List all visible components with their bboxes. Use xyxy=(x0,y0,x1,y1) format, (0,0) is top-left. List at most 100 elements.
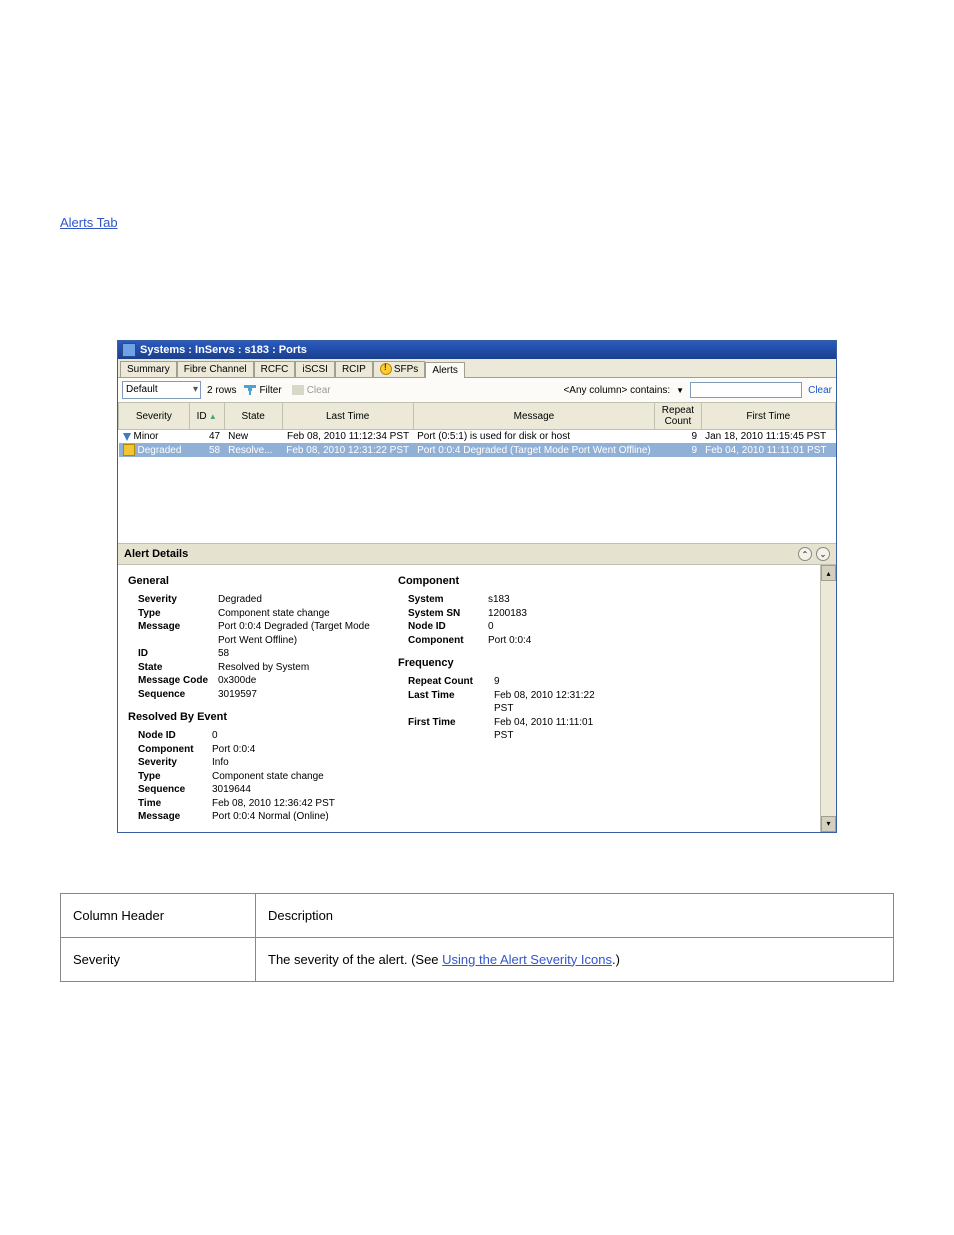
table-cell: Resolve... xyxy=(224,443,282,457)
table-cell: Port (0:5:1) is used for disk or host xyxy=(413,430,655,444)
column-header[interactable]: Message xyxy=(413,403,655,430)
sort-asc-icon: ▲ xyxy=(207,412,217,421)
detail-value: 1200183 xyxy=(488,607,527,621)
tab-fibre-channel[interactable]: Fibre Channel xyxy=(177,361,254,377)
detail-value: Port 0:0:4 Degraded (Target Mode Port We… xyxy=(218,620,378,647)
detail-key: Component xyxy=(138,743,212,757)
detail-value: Degraded xyxy=(218,593,262,607)
detail-key: Type xyxy=(138,607,218,621)
warning-icon xyxy=(380,363,392,375)
desc-text: The severity of the alert. (See xyxy=(268,952,442,967)
table-cell: Degraded xyxy=(119,443,190,457)
table-cell: 58 xyxy=(189,443,224,457)
tab-label: Summary xyxy=(127,364,170,375)
detail-key: Message xyxy=(138,810,212,824)
severity-icons-link[interactable]: Using the Alert Severity Icons xyxy=(442,952,612,967)
detail-value: 9 xyxy=(494,675,500,689)
table-cell: Feb 08, 2010 11:12:34 PST xyxy=(282,430,413,444)
table-row[interactable]: Degraded58Resolve...Feb 08, 2010 12:31:2… xyxy=(119,443,836,457)
column-header[interactable]: Severity xyxy=(119,403,190,430)
detail-key: Message xyxy=(138,620,218,647)
detail-key: Node ID xyxy=(138,729,212,743)
detail-row: ID58 xyxy=(138,647,378,661)
detail-key: First Time xyxy=(408,716,494,743)
scroll-up-icon[interactable]: ▴ xyxy=(821,565,836,581)
table-row[interactable]: Minor47NewFeb 08, 2010 11:12:34 PSTPort … xyxy=(119,430,836,444)
detail-value: Resolved by System xyxy=(218,661,309,675)
detail-key: Sequence xyxy=(138,783,212,797)
clear-search-link[interactable]: Clear xyxy=(808,385,832,396)
clear-filter-button[interactable]: Clear xyxy=(290,384,333,397)
tab-rcfc[interactable]: RCFC xyxy=(254,361,296,377)
detail-row: MessagePort 0:0:4 Degraded (Target Mode … xyxy=(138,620,378,647)
table-cell: New xyxy=(224,430,282,444)
collapse-down-icon[interactable]: ⌄ xyxy=(816,547,830,561)
desc-text: .) xyxy=(612,952,620,967)
tab-alerts[interactable]: Alerts xyxy=(425,362,465,378)
detail-value: 0x300de xyxy=(218,674,256,688)
detail-key: Severity xyxy=(138,593,218,607)
detail-row: ComponentPort 0:0:4 xyxy=(408,634,598,648)
filter-button[interactable]: Filter xyxy=(242,384,283,397)
ports-window: Systems : InServs : s183 : Ports Summary… xyxy=(117,340,837,833)
detail-row: TypeComponent state change xyxy=(138,607,378,621)
column-header[interactable]: First Time xyxy=(701,403,835,430)
detail-value: 58 xyxy=(218,647,229,661)
table-cell: Feb 04, 2010 11:11:01 PST xyxy=(701,443,835,457)
detail-value: Port 0:0:4 xyxy=(212,743,255,757)
general-section-title: General xyxy=(128,575,378,587)
tab-summary[interactable]: Summary xyxy=(120,361,177,377)
detail-row: MessagePort 0:0:4 Normal (Online) xyxy=(138,810,378,824)
detail-key: Repeat Count xyxy=(408,675,494,689)
tab-rcip[interactable]: RCIP xyxy=(335,361,373,377)
detail-key: Message Code xyxy=(138,674,218,688)
detail-value: s183 xyxy=(488,593,510,607)
detail-key: Last Time xyxy=(408,689,494,716)
detail-value: Feb 08, 2010 12:36:42 PST xyxy=(212,797,335,811)
detail-key: ID xyxy=(138,647,218,661)
alerts-tab-link[interactable]: Alerts Tab xyxy=(60,215,118,230)
column-header[interactable]: Repeat Count xyxy=(655,403,701,430)
detail-value: Component state change xyxy=(212,770,324,784)
detail-value: Info xyxy=(212,756,229,770)
detail-row: SeverityInfo xyxy=(138,756,378,770)
column-header[interactable]: State xyxy=(224,403,282,430)
alerts-table: SeverityID ▲StateLast TimeMessageRepeat … xyxy=(118,403,836,457)
tab-sfps[interactable]: SFPs xyxy=(373,361,425,377)
detail-key: System xyxy=(408,593,488,607)
detail-row: System SN1200183 xyxy=(408,607,598,621)
column-header[interactable]: ID ▲ xyxy=(189,403,224,430)
detail-value: Component state change xyxy=(218,607,330,621)
collapse-up-icon[interactable]: ⌃ xyxy=(798,547,812,561)
tab-label: iSCSI xyxy=(302,364,328,375)
severity-icon xyxy=(123,433,131,441)
alert-details-body: General SeverityDegradedTypeComponent st… xyxy=(118,565,836,832)
tab-label: RCIP xyxy=(342,364,366,375)
detail-row: Message Code0x300de xyxy=(138,674,378,688)
details-scrollbar[interactable]: ▴ ▾ xyxy=(820,565,836,832)
scroll-down-icon[interactable]: ▾ xyxy=(821,816,836,832)
search-input[interactable] xyxy=(690,382,802,398)
col-desc-cell: The severity of the alert. (See Using th… xyxy=(256,937,894,981)
app-icon xyxy=(122,343,136,357)
resolved-section-title: Resolved By Event xyxy=(128,711,378,723)
clear-filter-label: Clear xyxy=(307,385,331,396)
table-cell: Port 0:0:4 Degraded (Target Mode Port We… xyxy=(413,443,655,457)
detail-key: System SN xyxy=(408,607,488,621)
tab-iscsi[interactable]: iSCSI xyxy=(295,361,335,377)
detail-row: First TimeFeb 04, 2010 11:11:01 PST xyxy=(408,716,598,743)
table-cell: Minor xyxy=(119,430,190,444)
detail-row: SeverityDegraded xyxy=(138,593,378,607)
toolbar: Default 2 rows Filter Clear <Any column>… xyxy=(118,378,836,403)
detail-row: StateResolved by System xyxy=(138,661,378,675)
column-header[interactable]: Last Time xyxy=(282,403,413,430)
window-titlebar: Systems : InServs : s183 : Ports xyxy=(118,341,836,359)
anycolumn-dropdown-arrow[interactable]: ▼ xyxy=(676,386,684,395)
table-header-row: Column Header Description xyxy=(61,893,894,937)
detail-row: ComponentPort 0:0:4 xyxy=(138,743,378,757)
view-dropdown[interactable]: Default xyxy=(122,381,201,399)
detail-key: Component xyxy=(408,634,488,648)
col-name-cell: Severity xyxy=(61,937,256,981)
detail-key: Time xyxy=(138,797,212,811)
tab-label: Alerts xyxy=(432,365,458,376)
